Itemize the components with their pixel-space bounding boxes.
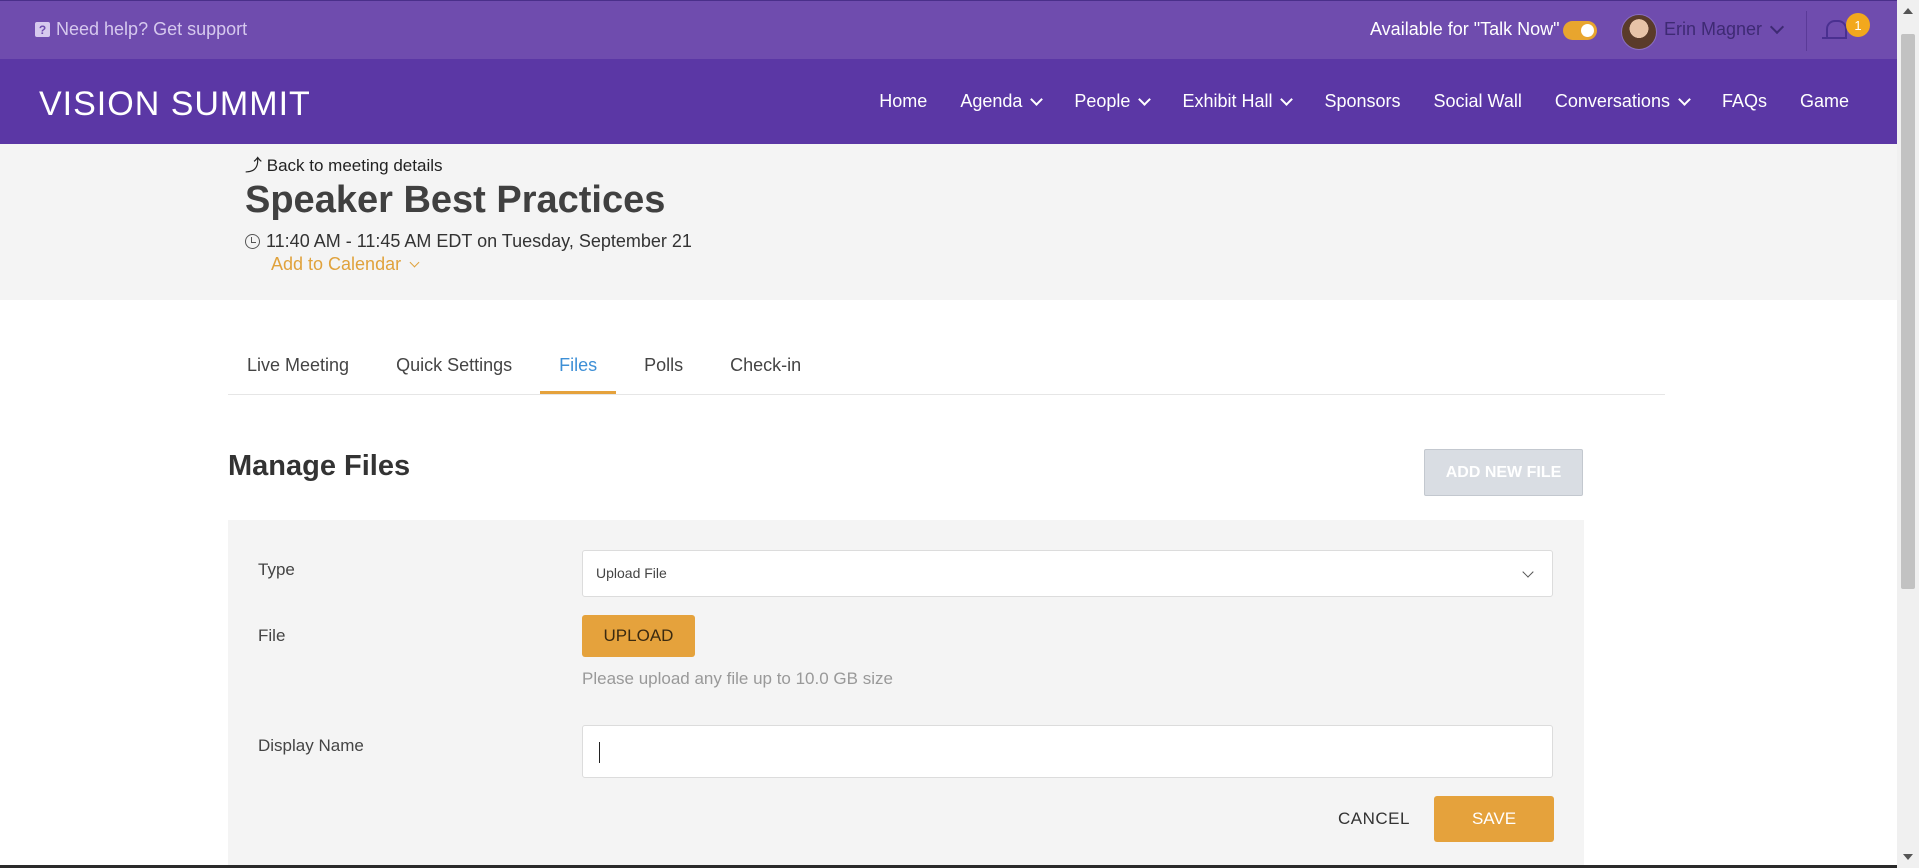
nav-item-label: Sponsors <box>1324 91 1401 111</box>
nav-item-label: People <box>1074 91 1131 111</box>
upload-button[interactable]: UPLOAD <box>582 615 695 657</box>
divider <box>1806 11 1807 51</box>
main-navigation: VISION SUMMIT Home Agenda People Exhibit Ha… <box>0 59 1897 144</box>
notification-badge[interactable]: 1 <box>1846 13 1870 37</box>
type-label: Type <box>258 560 295 579</box>
nav-item-label: Game <box>1799 91 1849 111</box>
cancel-button[interactable]: CANCEL <box>1338 809 1410 829</box>
talk-now-label: Available for "Talk Now" <box>1370 19 1560 39</box>
nav-item-label: Social Wall <box>1433 91 1522 111</box>
section-title: Manage Files <box>228 450 411 482</box>
text-caret <box>599 742 600 763</box>
tab-check-in[interactable]: Check-in <box>711 346 820 394</box>
question-icon: ? <box>35 22 50 37</box>
back-link-label: Back to meeting details <box>266 156 443 175</box>
chevron-down-icon <box>1030 92 1044 106</box>
chevron-down-icon <box>1678 92 1691 106</box>
nav-item-label: Home <box>879 91 928 111</box>
nav-item-conversations[interactable]: Conversations <box>1554 91 1691 112</box>
nav-item-exhibit-hall[interactable]: Exhibit Hall <box>1182 91 1294 112</box>
nav-item-social-wall[interactable]: Social Wall <box>1434 91 1522 112</box>
chevron-down-icon <box>1280 92 1294 106</box>
add-to-calendar-link[interactable]: Add to Calendar <box>271 254 420 275</box>
tab-polls[interactable]: Polls <box>625 346 702 394</box>
toggle-knob <box>1581 24 1594 37</box>
nav-menu: Home Agenda People Exhibit Hall Sponsors Soci… <box>879 59 1849 144</box>
nav-item-label: FAQs <box>1721 91 1767 111</box>
chevron-down-icon <box>1522 566 1534 578</box>
vertical-scrollbar[interactable] <box>1897 0 1919 868</box>
display-name-input[interactable] <box>582 725 1553 778</box>
tab-quick-settings[interactable]: Quick Settings <box>377 346 531 394</box>
nav-item-label: Exhibit Hall <box>1182 91 1273 111</box>
nav-item-sponsors[interactable]: Sponsors <box>1324 91 1400 112</box>
avatar[interactable] <box>1621 14 1657 50</box>
nav-item-faqs[interactable]: FAQs <box>1722 91 1767 112</box>
chevron-down-icon <box>409 257 420 268</box>
meeting-tabs: Live Meeting Quick Settings Files Polls Chec… <box>228 346 1665 395</box>
back-to-meeting-link[interactable]: ⤴ Back to meeting details <box>245 151 443 176</box>
scroll-thumb[interactable] <box>1901 34 1915 589</box>
top-utility-bar: ? Need help? Get support Available for "… <box>0 0 1897 59</box>
add-to-calendar-label: Add to Calendar <box>271 254 402 274</box>
nav-item-label: Conversations <box>1554 91 1670 111</box>
chevron-down-icon <box>1138 92 1152 106</box>
nav-item-game[interactable]: Game <box>1800 91 1849 112</box>
tab-files[interactable]: Files <box>540 346 617 394</box>
nav-item-people[interactable]: People <box>1074 91 1152 112</box>
save-button[interactable]: SAVE <box>1434 796 1554 842</box>
nav-item-agenda[interactable]: Agenda <box>960 91 1044 112</box>
add-new-file-button[interactable]: ADD NEW FILE <box>1424 449 1583 496</box>
display-name-label: Display Name <box>258 736 364 755</box>
tab-live-meeting[interactable]: Live Meeting <box>228 346 368 394</box>
chevron-down-icon[interactable] <box>1769 19 1785 35</box>
scroll-down-arrow-icon[interactable] <box>1903 854 1913 860</box>
user-name[interactable]: Erin Magner <box>1664 19 1762 40</box>
help-link-label: Need help? Get support <box>56 19 248 39</box>
type-select-value: Upload File <box>596 565 667 581</box>
help-link[interactable]: ? Need help? Get support <box>35 19 247 40</box>
clock-icon <box>245 234 260 249</box>
file-label: File <box>258 626 286 645</box>
meeting-time: 11:40 AM - 11:45 AM EDT on Tuesday, Sept… <box>245 231 692 252</box>
talk-now-toggle[interactable] <box>1563 21 1597 40</box>
type-select[interactable]: Upload File <box>582 550 1553 597</box>
page-title: Speaker Best Practices <box>245 179 666 221</box>
meeting-time-text: 11:40 AM - 11:45 AM EDT on Tuesday, Sept… <box>266 231 692 251</box>
nav-item-label: Agenda <box>960 91 1023 111</box>
site-logo[interactable]: VISION SUMMIT <box>39 85 311 124</box>
bell-icon[interactable] <box>1826 20 1847 38</box>
bell-icon-base <box>1822 37 1847 39</box>
upload-hint: Please upload any file up to 10.0 GB siz… <box>582 669 893 688</box>
nav-item-home[interactable]: Home <box>879 91 927 112</box>
scroll-up-arrow-icon[interactable] <box>1903 8 1913 14</box>
